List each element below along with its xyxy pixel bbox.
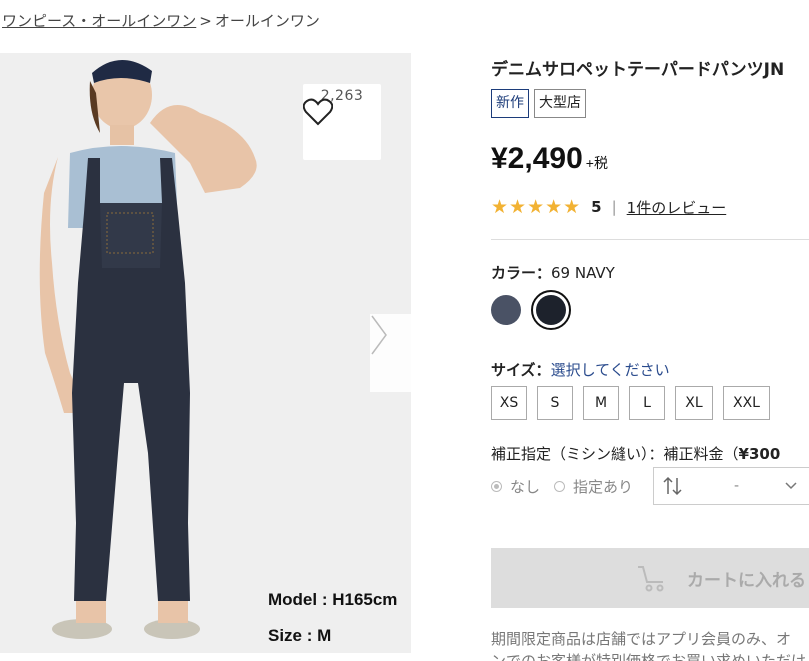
color-label: カラー：69 NAVY: [491, 262, 615, 283]
radio-specify[interactable]: [554, 481, 566, 492]
chevron-down-icon: [785, 482, 797, 490]
cart-icon: [638, 566, 664, 592]
caption-size: Size : M: [268, 626, 332, 645]
color-label-text: カラー：: [491, 264, 552, 282]
breadcrumb: ワンピース・オールインワン > オールインワン: [2, 10, 320, 31]
product-info-panel: デニムサロペットテーパードパンツJN 新作 大型店 ¥2,490 +税 ★★★★★…: [491, 0, 809, 661]
alteration-label-text: 補正指定（ミシン縫い）：補正料金（: [491, 445, 739, 463]
star-rating-icon: ★★★★★: [491, 196, 582, 218]
size-prompt: 選択してください: [550, 361, 670, 379]
badge-large-store: 大型店: [534, 89, 586, 118]
radio-none-label: なし: [510, 478, 541, 496]
radio-none[interactable]: [491, 481, 502, 492]
alteration-radio-group: なし 指定あり: [491, 476, 633, 497]
caption-model: Model : H165cm: [268, 590, 398, 609]
rating-score: 5: [591, 198, 602, 216]
size-option-s[interactable]: S: [537, 386, 573, 420]
breadcrumb-link-onepiece[interactable]: ワンピース・オールインワン: [2, 12, 196, 30]
size-options: XS S M L XL XXL: [491, 386, 770, 420]
alteration-select-value: -: [734, 478, 740, 494]
size-label: サイズ：選択してください: [491, 359, 670, 380]
reviews-link[interactable]: 1件のレビュー: [627, 197, 727, 218]
notice-text: 期間限定商品は店舗ではアプリ会員のみ、オ ンでのお客様が特別価格でお買い求めいた…: [491, 628, 806, 661]
chevron-right-icon: [371, 315, 387, 355]
radio-specify-label: 指定あり: [573, 478, 634, 496]
price-value: ¥2,490: [491, 142, 583, 175]
notice-line-2: ンでのお客様が特別価格でお買い求めいただけ: [491, 652, 807, 661]
size-option-l[interactable]: L: [629, 386, 665, 420]
color-swatch-denim[interactable]: [491, 295, 521, 325]
breadcrumb-current: オールインワン: [214, 12, 320, 30]
price: ¥2,490 +税: [491, 142, 608, 176]
alteration-label: 補正指定（ミシン縫い）：補正料金（¥300: [491, 443, 780, 464]
size-option-xxl[interactable]: XXL: [723, 386, 770, 420]
size-option-xs[interactable]: XS: [491, 386, 527, 420]
alteration-select[interactable]: -: [653, 467, 809, 505]
sort-arrows-icon: [663, 476, 682, 496]
size-option-xl[interactable]: XL: [675, 386, 713, 420]
color-value: 69 NAVY: [551, 264, 615, 282]
color-swatch-navy[interactable]: [531, 290, 571, 330]
add-to-cart-label: カートに入れる: [687, 570, 806, 591]
heart-icon: [303, 98, 333, 126]
rating-separator: |: [611, 198, 617, 216]
tax-label: +税: [585, 155, 608, 171]
favorite-button[interactable]: 2,263: [303, 84, 381, 160]
next-image-button[interactable]: [370, 314, 411, 392]
badge-group: 新作 大型店: [491, 89, 586, 118]
size-label-text: サイズ：: [491, 361, 551, 379]
badge-new: 新作: [491, 89, 529, 118]
notice-line-1: 期間限定商品は店舗ではアプリ会員のみ、オ: [491, 630, 792, 648]
product-photo: 2,263 Model : H165cm Size : M: [0, 53, 411, 653]
divider: [491, 239, 809, 240]
product-title: デニムサロペットテーパードパンツJN: [491, 60, 785, 80]
color-swatches: [491, 290, 571, 330]
rating: ★★★★★ 5 | 1件のレビュー: [491, 196, 726, 218]
size-option-m[interactable]: M: [583, 386, 619, 420]
breadcrumb-separator: >: [199, 12, 212, 30]
alteration-fee: ¥300: [738, 445, 781, 463]
add-to-cart-button[interactable]: カートに入れる: [491, 548, 809, 608]
